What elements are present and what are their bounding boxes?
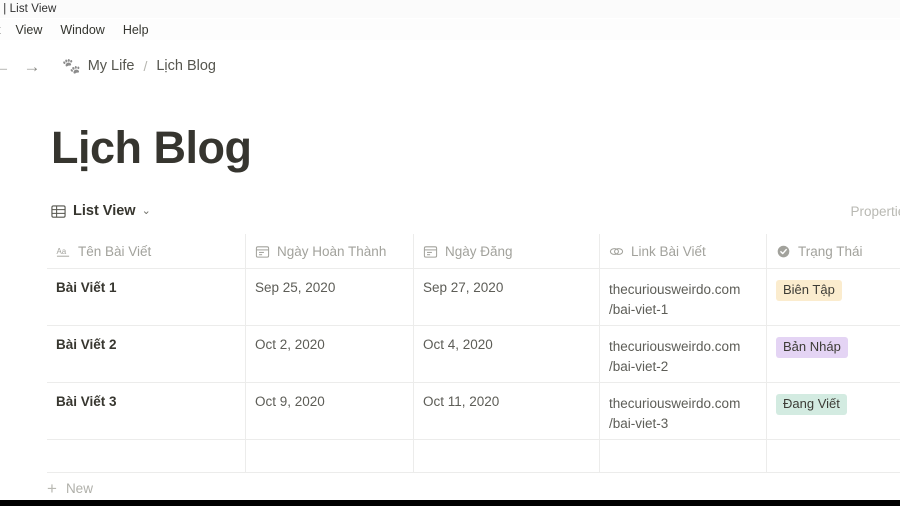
cell-empty[interactable]	[246, 440, 414, 472]
link-domain: thecuriousweirdo.com	[609, 339, 741, 354]
breadcrumb-current-lich-blog[interactable]: Lịch Blog	[156, 58, 216, 74]
notion-window: og | List View t View Window Help ← → 🐾 …	[0, 0, 900, 506]
table-body: Bài Viết 1 Sep 25, 2020 Sep 27, 2020 the…	[47, 269, 900, 473]
cell-empty[interactable]	[767, 440, 900, 472]
breadcrumb-parent-my-life[interactable]: My Life	[88, 58, 135, 74]
cell-ten-bai-viet[interactable]: Bài Viết 1	[47, 269, 246, 325]
paw-emoji-icon: 🐾	[62, 57, 81, 75]
properties-button[interactable]: Properties	[850, 204, 900, 219]
column-header-ngay-hoan-thanh[interactable]: Ngày Hoàn Thành	[246, 234, 414, 268]
cell-link-value[interactable]: thecuriousweirdo.com/bai-viet-1	[609, 280, 746, 319]
window-title-bar: og | List View	[0, 0, 900, 18]
table-grid-icon	[51, 204, 66, 218]
menu-item-window[interactable]: Window	[51, 23, 113, 37]
column-header-label: Tên Bài Viết	[78, 243, 152, 259]
select-circle-icon	[777, 245, 790, 257]
database-table: Aa Tên Bài Viết Ngày Hoàn Thành Ngày Đăn…	[47, 234, 900, 473]
status-badge[interactable]: Biên Tập	[776, 280, 842, 302]
column-header-link-bai-viet[interactable]: Link Bài Viết	[600, 234, 767, 268]
link-path: /bai-viet-3	[609, 415, 669, 431]
cell-empty[interactable]	[47, 440, 246, 472]
column-header-label: Ngày Đăng	[445, 243, 513, 259]
bottom-edge-strip	[0, 500, 900, 506]
table-row[interactable]: Bài Viết 3 Oct 9, 2020 Oct 11, 2020 thec…	[47, 383, 900, 440]
text-aa-icon: Aa	[56, 246, 70, 257]
cell-link-bai-viet[interactable]: thecuriousweirdo.com/bai-viet-2	[600, 326, 767, 382]
table-header: Aa Tên Bài Viết Ngày Hoàn Thành Ngày Đăn…	[47, 234, 900, 269]
view-bar: List View ⌄ Properties	[0, 198, 900, 224]
row-title[interactable]: Bài Viết 2	[56, 337, 117, 352]
cell-value: Oct 9, 2020	[255, 394, 325, 409]
calendar-icon	[255, 245, 270, 258]
breadcrumb-separator: /	[143, 58, 148, 74]
table-row[interactable]: Bài Viết 2 Oct 2, 2020 Oct 4, 2020 thecu…	[47, 326, 900, 383]
cell-value: Oct 2, 2020	[255, 337, 325, 352]
cell-ten-bai-viet[interactable]: Bài Viết 3	[47, 383, 246, 439]
arrow-left-icon[interactable]: ←	[0, 58, 14, 75]
svg-text:Aa: Aa	[56, 246, 66, 255]
cell-link-value[interactable]: thecuriousweirdo.com/bai-viet-3	[609, 394, 746, 433]
table-row-empty[interactable]	[47, 440, 900, 473]
add-new-row-label: New	[65, 480, 93, 496]
cell-ngay-dang[interactable]: Sep 27, 2020	[414, 269, 600, 325]
link-icon	[609, 247, 624, 255]
window-title: og | List View	[0, 3, 57, 15]
cell-value: Oct 4, 2020	[423, 337, 493, 352]
row-title[interactable]: Bài Viết 1	[56, 280, 117, 295]
cell-value: Sep 27, 2020	[423, 280, 504, 295]
cell-ngay-hoan-thanh[interactable]: Oct 9, 2020	[246, 383, 414, 439]
cell-value: Sep 25, 2020	[255, 280, 336, 295]
cell-value: Oct 11, 2020	[423, 394, 500, 409]
cell-ngay-dang[interactable]: Oct 11, 2020	[414, 383, 600, 439]
column-header-label: Trạng Thái	[798, 243, 863, 259]
menu-item-view[interactable]: View	[6, 23, 51, 37]
cell-link-bai-viet[interactable]: thecuriousweirdo.com/bai-viet-1	[600, 269, 767, 325]
breadcrumb-bar: ← → 🐾 My Life / Lịch Blog	[0, 48, 900, 84]
cell-ngay-hoan-thanh[interactable]: Oct 2, 2020	[246, 326, 414, 382]
table-row[interactable]: Bài Viết 1 Sep 25, 2020 Sep 27, 2020 the…	[47, 269, 900, 326]
cell-ngay-hoan-thanh[interactable]: Sep 25, 2020	[246, 269, 414, 325]
link-domain: thecuriousweirdo.com	[609, 396, 741, 411]
link-domain: thecuriousweirdo.com	[609, 282, 741, 297]
cell-empty[interactable]	[600, 440, 767, 472]
table-header-row: Aa Tên Bài Viết Ngày Hoàn Thành Ngày Đăn…	[47, 234, 900, 269]
column-header-trang-thai[interactable]: Trạng Thái	[767, 234, 900, 268]
link-path: /bai-viet-2	[609, 358, 669, 374]
cell-link-bai-viet[interactable]: thecuriousweirdo.com/bai-viet-3	[600, 383, 767, 439]
column-header-ngay-dang[interactable]: Ngày Đăng	[414, 234, 600, 268]
chevron-down-icon[interactable]: ⌄	[142, 205, 151, 217]
cell-trang-thai[interactable]: Biên Tập	[767, 269, 900, 325]
status-badge[interactable]: Đang Viết	[776, 394, 847, 416]
cell-ngay-dang[interactable]: Oct 4, 2020	[414, 326, 600, 382]
calendar-icon	[423, 245, 438, 258]
menu-bar: t View Window Help	[0, 19, 900, 40]
cell-empty[interactable]	[414, 440, 600, 472]
column-header-label: Link Bài Viết	[631, 243, 706, 259]
cell-trang-thai[interactable]: Đang Viết	[767, 383, 900, 439]
arrow-right-icon[interactable]: →	[20, 58, 44, 75]
link-path: /bai-viet-1	[609, 301, 669, 317]
view-tab-label: List View	[73, 203, 136, 219]
column-header-ten-bai-viet[interactable]: Aa Tên Bài Viết	[47, 234, 246, 268]
cell-ten-bai-viet[interactable]: Bài Viết 2	[47, 326, 246, 382]
add-new-row-button[interactable]: + New	[47, 475, 93, 501]
tab-list-view[interactable]: List View ⌄	[51, 203, 151, 219]
row-title[interactable]: Bài Viết 3	[56, 394, 117, 409]
cell-link-value[interactable]: thecuriousweirdo.com/bai-viet-2	[609, 337, 746, 376]
menu-item-help[interactable]: Help	[114, 23, 158, 37]
plus-icon: +	[47, 478, 57, 498]
page-title[interactable]: Lịch Blog	[51, 123, 252, 173]
cell-trang-thai[interactable]: Bản Nháp	[767, 326, 900, 382]
status-badge[interactable]: Bản Nháp	[776, 337, 848, 359]
column-header-label: Ngày Hoàn Thành	[277, 243, 387, 259]
